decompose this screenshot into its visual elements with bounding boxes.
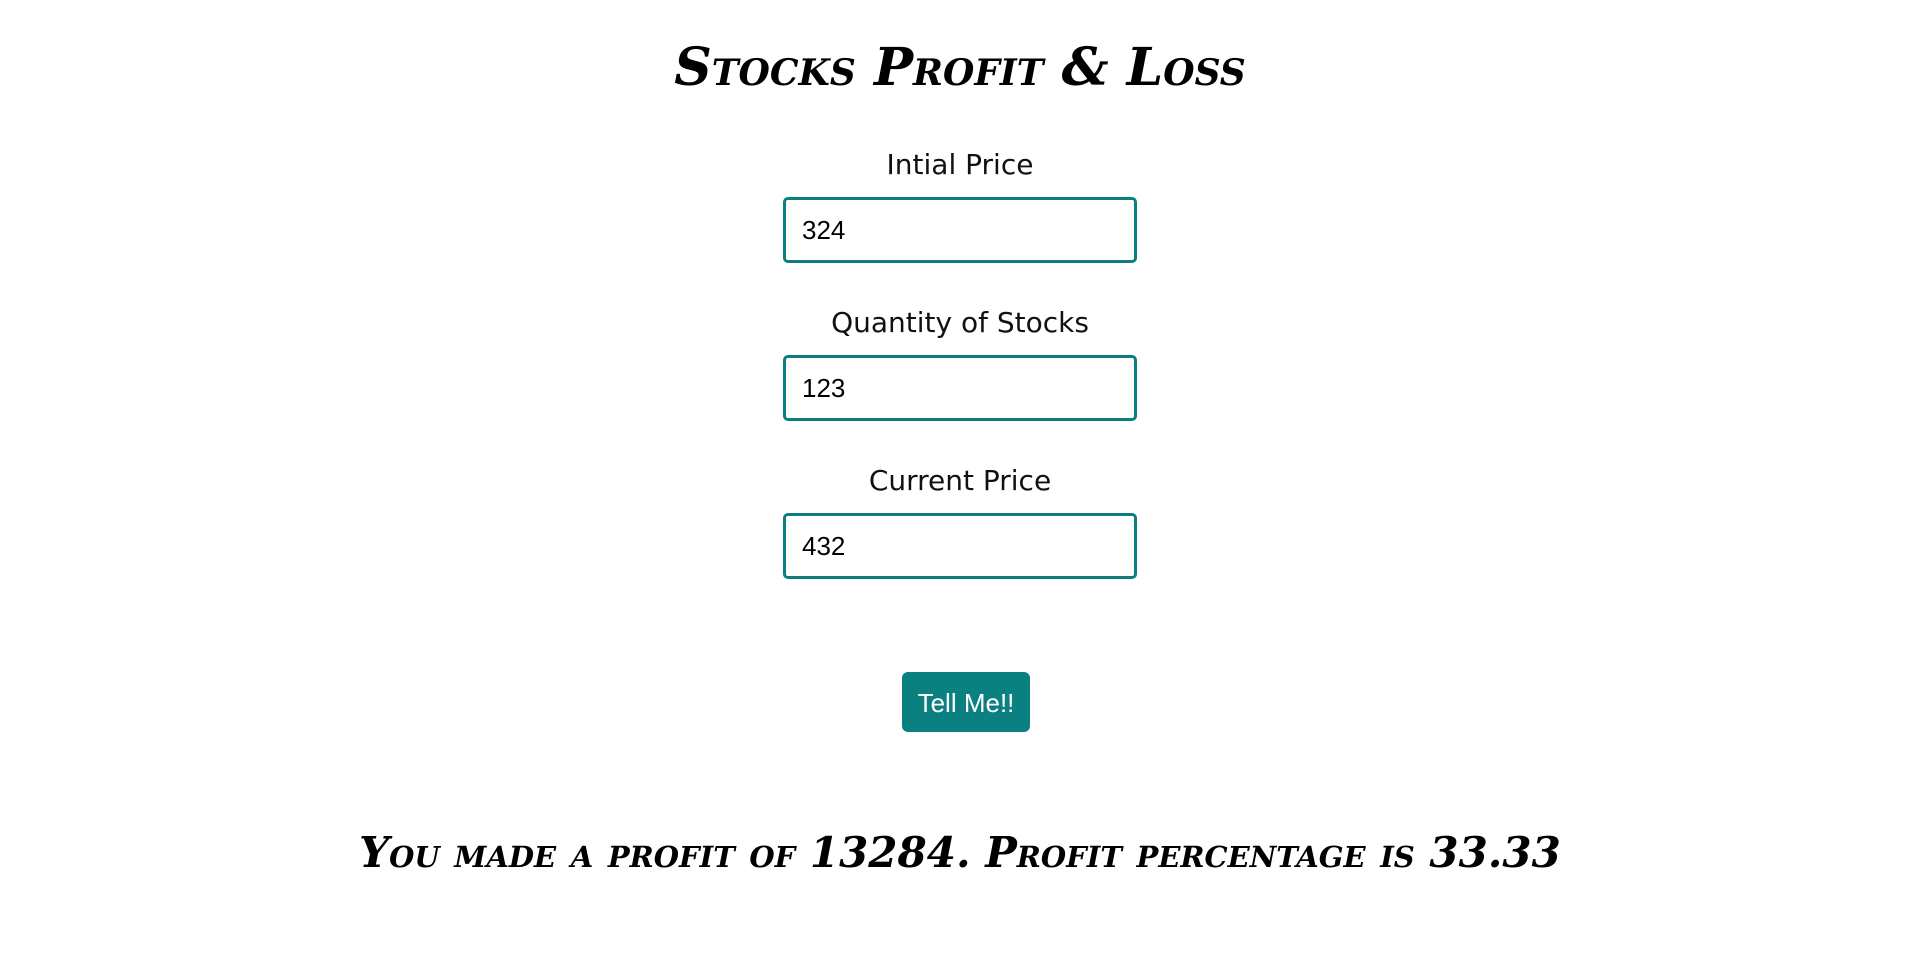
initial-price-label: Intial Price xyxy=(886,148,1034,181)
initial-price-input[interactable] xyxy=(783,197,1137,263)
tell-me-button[interactable]: Tell Me!! xyxy=(902,672,1030,732)
quantity-label: Quantity of Stocks xyxy=(831,306,1089,339)
app-page: Stocks Profit & Loss Intial Price Quanti… xyxy=(0,0,1920,972)
current-price-field: Current Price xyxy=(0,461,1920,579)
quantity-field: Quantity of Stocks xyxy=(0,303,1920,421)
current-price-label: Current Price xyxy=(868,464,1052,497)
result-message: You made a profit of 13284. Profit perce… xyxy=(359,828,1561,877)
initial-price-field: Intial Price xyxy=(0,145,1920,263)
current-price-input[interactable] xyxy=(783,513,1137,579)
page-title: Stocks Profit & Loss xyxy=(674,37,1246,98)
quantity-input[interactable] xyxy=(783,355,1137,421)
